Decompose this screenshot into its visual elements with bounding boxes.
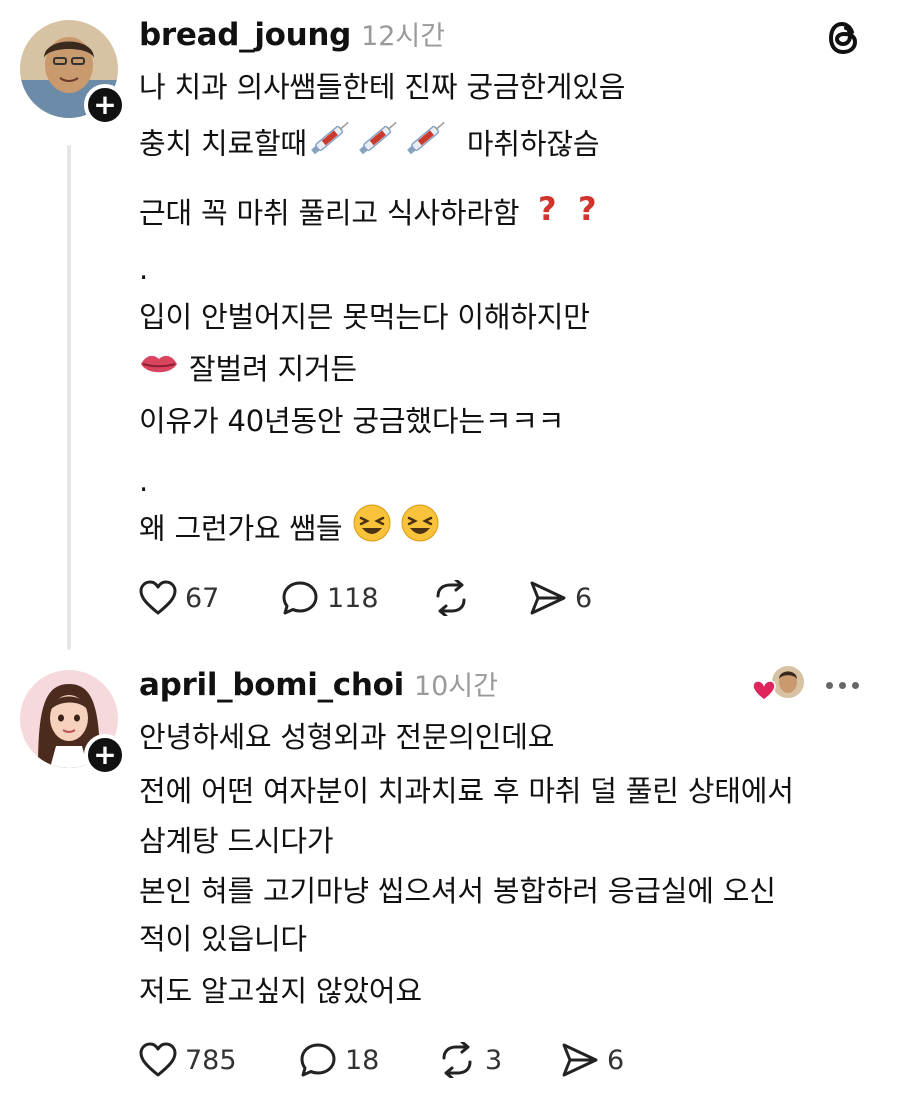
repost-button[interactable]: 3 — [437, 1040, 502, 1080]
follow-plus-icon[interactable]: + — [84, 734, 126, 776]
syringe-emoji — [309, 118, 459, 167]
timestamp: 10시간 — [413, 671, 498, 702]
svg-text:?: ? — [538, 190, 556, 227]
post-text-line: 근대 꼭 마취 풀리고 식사하라함 ? ? — [139, 190, 606, 236]
like-count: 785 — [185, 1044, 237, 1076]
post-text-line: 저도 알고싶지 않았어요 — [139, 974, 422, 1008]
question-mark-emoji: ? ? — [532, 189, 606, 236]
comment-icon — [300, 1043, 336, 1077]
send-icon — [530, 581, 566, 615]
post-text-line: 충치 치료할때 마취하잖슴 — [139, 121, 600, 167]
like-button[interactable]: 67 — [139, 578, 219, 618]
repost-count: 3 — [485, 1044, 503, 1076]
reply-count: 118 — [327, 582, 379, 614]
timestamp: 12시간 — [361, 21, 446, 52]
post-text-line: 입이 안벌어지믄 못먹는다 이해하지만 — [139, 300, 590, 334]
post-bread-joung: + bread_joung 12시간 나 치과 의사쌤들한테 진짜 궁금한게있음… — [0, 0, 900, 650]
reply-button[interactable]: 118 — [281, 578, 379, 618]
follow-plus-icon[interactable]: + — [84, 84, 126, 126]
post-text-line: 적이 있읍니다 — [139, 922, 307, 956]
repost-icon — [436, 580, 466, 616]
liked-by-author-badge — [752, 664, 808, 704]
post-text-line: 이유가 40년동안 궁금했다는ㅋㅋㅋ — [139, 404, 565, 438]
post-text-line: 왜 그런가요 쌤들 — [139, 504, 445, 553]
laughing-emoji — [351, 502, 445, 553]
comment-icon — [282, 581, 318, 615]
post-text-line: 안녕하세요 성형외과 전문의인데요 — [139, 720, 555, 754]
svg-text:?: ? — [578, 190, 596, 227]
like-button[interactable]: 785 — [139, 1040, 237, 1080]
share-count: 6 — [575, 582, 593, 614]
post-text: 왜 그런가요 쌤들 — [139, 511, 343, 546]
post-text-line: 전에 어떤 여자분이 치과치료 후 마취 덜 풀린 상태에서 — [139, 774, 794, 808]
share-count: 6 — [607, 1044, 625, 1076]
reply-count: 18 — [345, 1044, 380, 1076]
post-text-line: 삼계탕 드시다가 — [139, 824, 334, 858]
avatar[interactable]: + — [20, 670, 126, 776]
post-text-line: 본인 혀를 고기마냥 씹으셔서 봉합하러 응급실에 오신 — [139, 874, 776, 908]
heart-icon — [139, 1042, 177, 1077]
send-icon — [562, 1043, 598, 1077]
share-button[interactable]: 6 — [561, 1040, 624, 1080]
post-text: 충치 치료할때 — [139, 126, 307, 161]
share-button[interactable]: 6 — [529, 578, 592, 618]
avatar[interactable]: + — [20, 20, 126, 126]
post-text-line: . — [139, 252, 149, 286]
post-header: april_bomi_choi 10시간 — [139, 664, 498, 708]
post-text-line: 잘벌려 지거든 — [139, 350, 357, 388]
threads-logo-icon[interactable] — [826, 18, 862, 62]
heart-icon — [139, 580, 177, 615]
post-text-line: . — [139, 464, 149, 498]
thread-connector-line — [67, 145, 71, 650]
post-text-line: 나 치과 의사쌤들한테 진짜 궁금한게있음 — [139, 70, 626, 104]
repost-button[interactable] — [431, 578, 471, 618]
post-text: 근대 꼭 마취 풀리고 식사하라함 — [139, 196, 520, 230]
username[interactable]: bread_joung — [139, 17, 351, 53]
lips-emoji — [139, 349, 179, 388]
post-header: bread_joung 12시간 — [139, 14, 445, 58]
username[interactable]: april_bomi_choi — [139, 667, 404, 703]
reply-button[interactable]: 18 — [299, 1040, 379, 1080]
post-april-bomi-choi: + april_bomi_choi 10시간 안녕하세요 성형외과 전문의인데요… — [0, 650, 900, 1095]
post-text: 잘벌려 지거든 — [189, 352, 357, 386]
post-text: 마취하잖슴 — [466, 126, 600, 161]
more-options-icon[interactable] — [826, 682, 859, 689]
like-count: 67 — [185, 582, 220, 614]
repost-icon — [442, 1042, 472, 1078]
